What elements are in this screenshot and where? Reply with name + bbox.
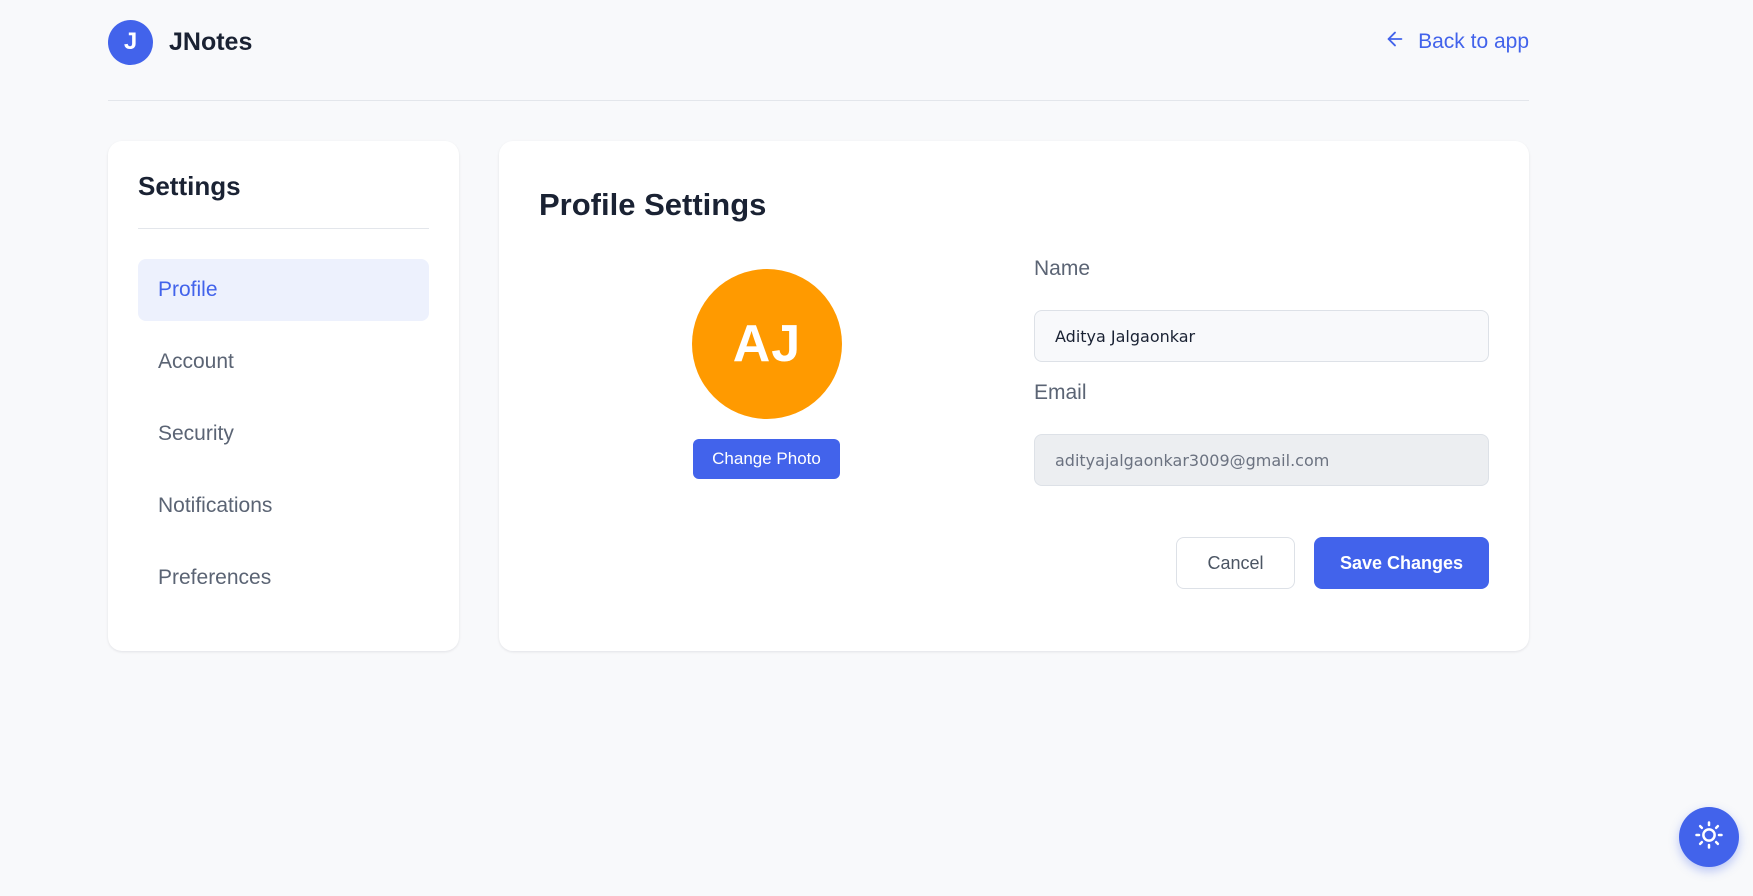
- name-label: Name: [1034, 257, 1091, 280]
- settings-nav: Profile Account Security Notifications P…: [138, 259, 429, 609]
- brand[interactable]: J JNotes: [108, 19, 253, 65]
- theme-toggle-button[interactable]: [1679, 807, 1739, 867]
- sidebar-item-profile[interactable]: Profile: [138, 259, 429, 321]
- avatar: AJ: [692, 269, 842, 419]
- save-changes-button[interactable]: Save Changes: [1314, 537, 1489, 589]
- email-label: Email: [1034, 381, 1087, 404]
- profile-settings-panel: Profile Settings AJ Change Photo Name Em…: [499, 141, 1529, 651]
- sidebar-title: Settings: [138, 171, 429, 229]
- sidebar-item-account[interactable]: Account: [138, 331, 429, 393]
- sidebar-item-label: Security: [158, 422, 234, 445]
- cancel-button[interactable]: Cancel: [1176, 537, 1295, 589]
- arrow-left-icon: [1384, 28, 1406, 56]
- name-field[interactable]: [1034, 310, 1489, 362]
- email-field: [1034, 434, 1489, 486]
- sidebar-item-notifications[interactable]: Notifications: [138, 475, 429, 537]
- sun-icon: [1694, 820, 1724, 855]
- sidebar-item-label: Notifications: [158, 494, 273, 517]
- back-to-app-label: Back to app: [1418, 30, 1529, 53]
- brand-logo: J: [108, 19, 153, 65]
- sidebar-item-security[interactable]: Security: [138, 403, 429, 465]
- change-photo-button[interactable]: Change Photo: [693, 439, 840, 479]
- sidebar-item-label: Preferences: [158, 566, 272, 589]
- top-bar: J JNotes Back to app: [108, 0, 1529, 101]
- sidebar-item-label: Profile: [158, 278, 218, 301]
- page-title: Profile Settings: [539, 187, 767, 222]
- sidebar-item-label: Account: [158, 350, 234, 373]
- app-name: JNotes: [169, 27, 253, 56]
- settings-sidebar: Settings Profile Account Security Notifi…: [108, 141, 459, 651]
- back-to-app-link[interactable]: Back to app: [1384, 28, 1529, 56]
- sidebar-item-preferences[interactable]: Preferences: [138, 547, 429, 609]
